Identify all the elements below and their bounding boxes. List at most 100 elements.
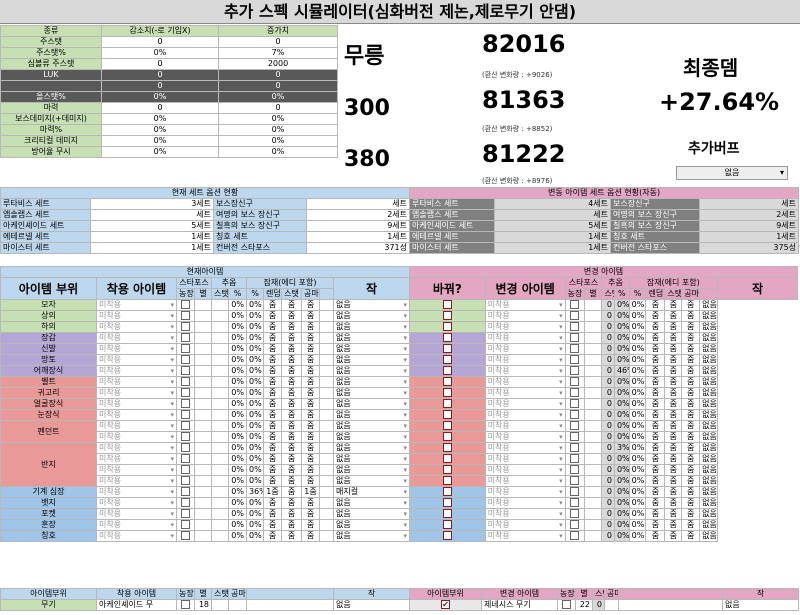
weapon-chg-star[interactable]: 22 (575, 599, 593, 611)
pot-stat[interactable]: 줌 (664, 508, 683, 520)
chuop-stat[interactable] (211, 464, 229, 476)
star-input[interactable] (583, 310, 603, 322)
stat-dec-input[interactable]: 0 (101, 58, 219, 70)
chuop-stat[interactable] (211, 310, 229, 322)
nongjang-cell[interactable] (176, 332, 195, 344)
checkbox[interactable] (570, 344, 580, 353)
checkbox[interactable] (442, 333, 452, 342)
checkbox[interactable] (570, 487, 580, 496)
scroll-select[interactable]: 없음 (333, 354, 410, 366)
nongjang-cell[interactable] (564, 486, 585, 498)
nongjang-cell[interactable] (564, 365, 585, 377)
star-input[interactable] (583, 387, 603, 399)
pot-stat[interactable]: 줌 (664, 420, 683, 432)
pot-rendom[interactable]: 줌 (263, 464, 282, 476)
scroll-select[interactable]: 없음 (699, 453, 718, 465)
changed-item-select[interactable]: 미착용 (484, 343, 566, 355)
pot-stat[interactable]: 줌 (664, 409, 683, 421)
checkbox[interactable] (442, 322, 452, 331)
checkbox[interactable] (442, 421, 452, 430)
checkbox[interactable] (181, 388, 190, 397)
checkbox[interactable] (442, 355, 452, 364)
pot-stat[interactable]: 줌 (664, 354, 683, 366)
checkbox[interactable] (570, 454, 580, 463)
pot-gongma[interactable]: 줌 (681, 497, 701, 509)
pot-gongma[interactable]: 줌 (681, 398, 701, 410)
changed-item-select[interactable]: 미착용 (484, 486, 566, 498)
changed-item-select[interactable]: 미착용 (484, 497, 566, 509)
scroll-select[interactable]: 없음 (333, 508, 410, 520)
checkbox[interactable] (181, 465, 190, 474)
stat-dec-input[interactable]: 0% (101, 47, 219, 59)
pot-stat[interactable]: 줌 (664, 464, 683, 476)
pot-gongma[interactable]: 줌 (681, 453, 701, 465)
checkbox[interactable] (442, 377, 452, 386)
current-item-select[interactable]: 미착용 (96, 420, 177, 432)
pot-stat[interactable]: 줌 (664, 431, 683, 443)
weapon-cur-jak[interactable]: 없음 (333, 599, 410, 611)
checkbox[interactable] (181, 487, 190, 496)
pot-rendom[interactable]: 줌 (645, 354, 666, 366)
chuop-stat[interactable] (211, 299, 229, 311)
star-input[interactable] (583, 519, 603, 531)
nongjang-cell[interactable] (176, 519, 195, 531)
scroll-select[interactable]: 없음 (699, 442, 718, 454)
nongjang-cell[interactable] (564, 409, 585, 421)
pot-stat[interactable]: 줌 (664, 332, 683, 344)
checkbox[interactable] (442, 487, 452, 496)
pot-gongma[interactable]: 줌 (301, 387, 320, 399)
current-item-select[interactable]: 미착용 (96, 497, 177, 509)
pot-stat[interactable]: 줌 (281, 387, 302, 399)
swap-checkbox-cell[interactable] (409, 508, 486, 520)
nongjang-cell[interactable] (176, 530, 195, 542)
chuop-stat[interactable] (211, 321, 229, 333)
nongjang-cell[interactable] (564, 321, 585, 333)
pot-rendom[interactable]: 줌 (263, 299, 282, 311)
pot-stat[interactable]: 줌 (664, 365, 683, 377)
nongjang-cell[interactable] (176, 387, 195, 399)
pot-gongma[interactable]: 줌 (301, 475, 320, 487)
star-input[interactable] (194, 376, 212, 388)
star-input[interactable] (583, 409, 603, 421)
changed-item-select[interactable]: 미착용 (484, 519, 566, 531)
pot-rendom[interactable]: 줌 (645, 365, 666, 377)
current-item-select[interactable]: 미착용 (96, 354, 177, 366)
pot-rendom[interactable]: 줌 (263, 387, 282, 399)
current-item-select[interactable]: 미착용 (96, 387, 177, 399)
checkbox[interactable] (570, 432, 580, 441)
checkbox[interactable] (570, 355, 580, 364)
checkbox[interactable] (181, 520, 190, 529)
pot-rendom[interactable]: 줌 (263, 376, 282, 388)
stat-inc-input[interactable]: 7% (218, 47, 338, 59)
pot-gongma[interactable]: 줌 (681, 442, 701, 454)
weapon-chg-gongma[interactable] (604, 599, 619, 611)
star-input[interactable] (194, 442, 212, 454)
scroll-select[interactable]: 없음 (699, 431, 718, 443)
scroll-select[interactable]: 없음 (333, 310, 410, 322)
nongjang-cell[interactable] (564, 464, 585, 476)
weapon-cur-stat[interactable] (211, 599, 229, 611)
pot-rendom[interactable]: 줌 (263, 442, 282, 454)
nongjang-cell[interactable] (564, 475, 585, 487)
scroll-select[interactable]: 없음 (699, 398, 718, 410)
pot-rendom[interactable]: 줌 (645, 376, 666, 388)
scroll-select[interactable]: 없음 (699, 299, 718, 311)
star-input[interactable] (583, 464, 603, 476)
star-input[interactable] (583, 321, 603, 333)
current-item-select[interactable]: 미착용 (96, 453, 177, 465)
current-item-select[interactable]: 미착용 (96, 343, 177, 355)
current-item-select[interactable]: 미착용 (96, 332, 177, 344)
scroll-select[interactable]: 없음 (699, 464, 718, 476)
star-input[interactable] (583, 398, 603, 410)
scroll-select[interactable]: 없음 (333, 343, 410, 355)
nongjang-cell[interactable] (564, 442, 585, 454)
star-input[interactable] (194, 332, 212, 344)
swap-checkbox-cell[interactable] (409, 530, 486, 542)
checkbox[interactable] (442, 520, 452, 529)
pot-gongma[interactable]: 줌 (681, 299, 701, 311)
star-input[interactable] (194, 453, 212, 465)
pot-stat[interactable]: 줌 (281, 398, 302, 410)
star-input[interactable] (194, 299, 212, 311)
pot-gongma[interactable]: 줌 (681, 365, 701, 377)
pot-gongma[interactable]: 줌 (301, 497, 320, 509)
